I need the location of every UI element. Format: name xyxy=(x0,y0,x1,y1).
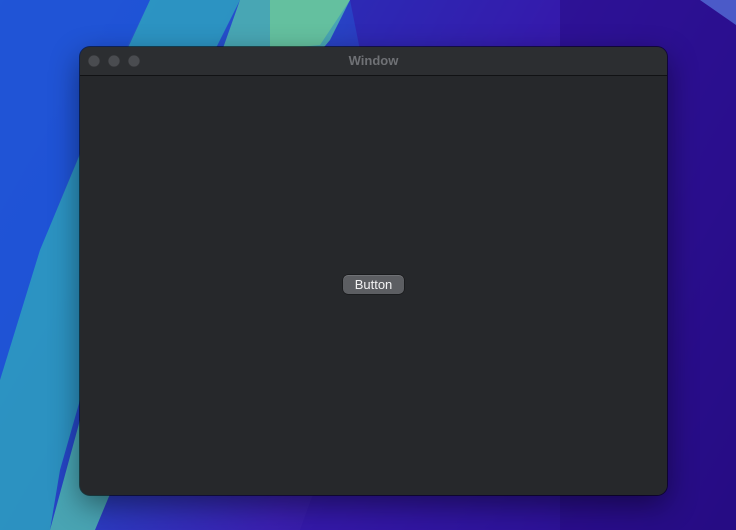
app-window: Window Button xyxy=(80,47,667,495)
push-button[interactable]: Button xyxy=(343,275,404,294)
window-titlebar[interactable]: Window xyxy=(80,47,667,76)
window-content: Button xyxy=(80,76,667,495)
window-title: Window xyxy=(348,53,399,68)
